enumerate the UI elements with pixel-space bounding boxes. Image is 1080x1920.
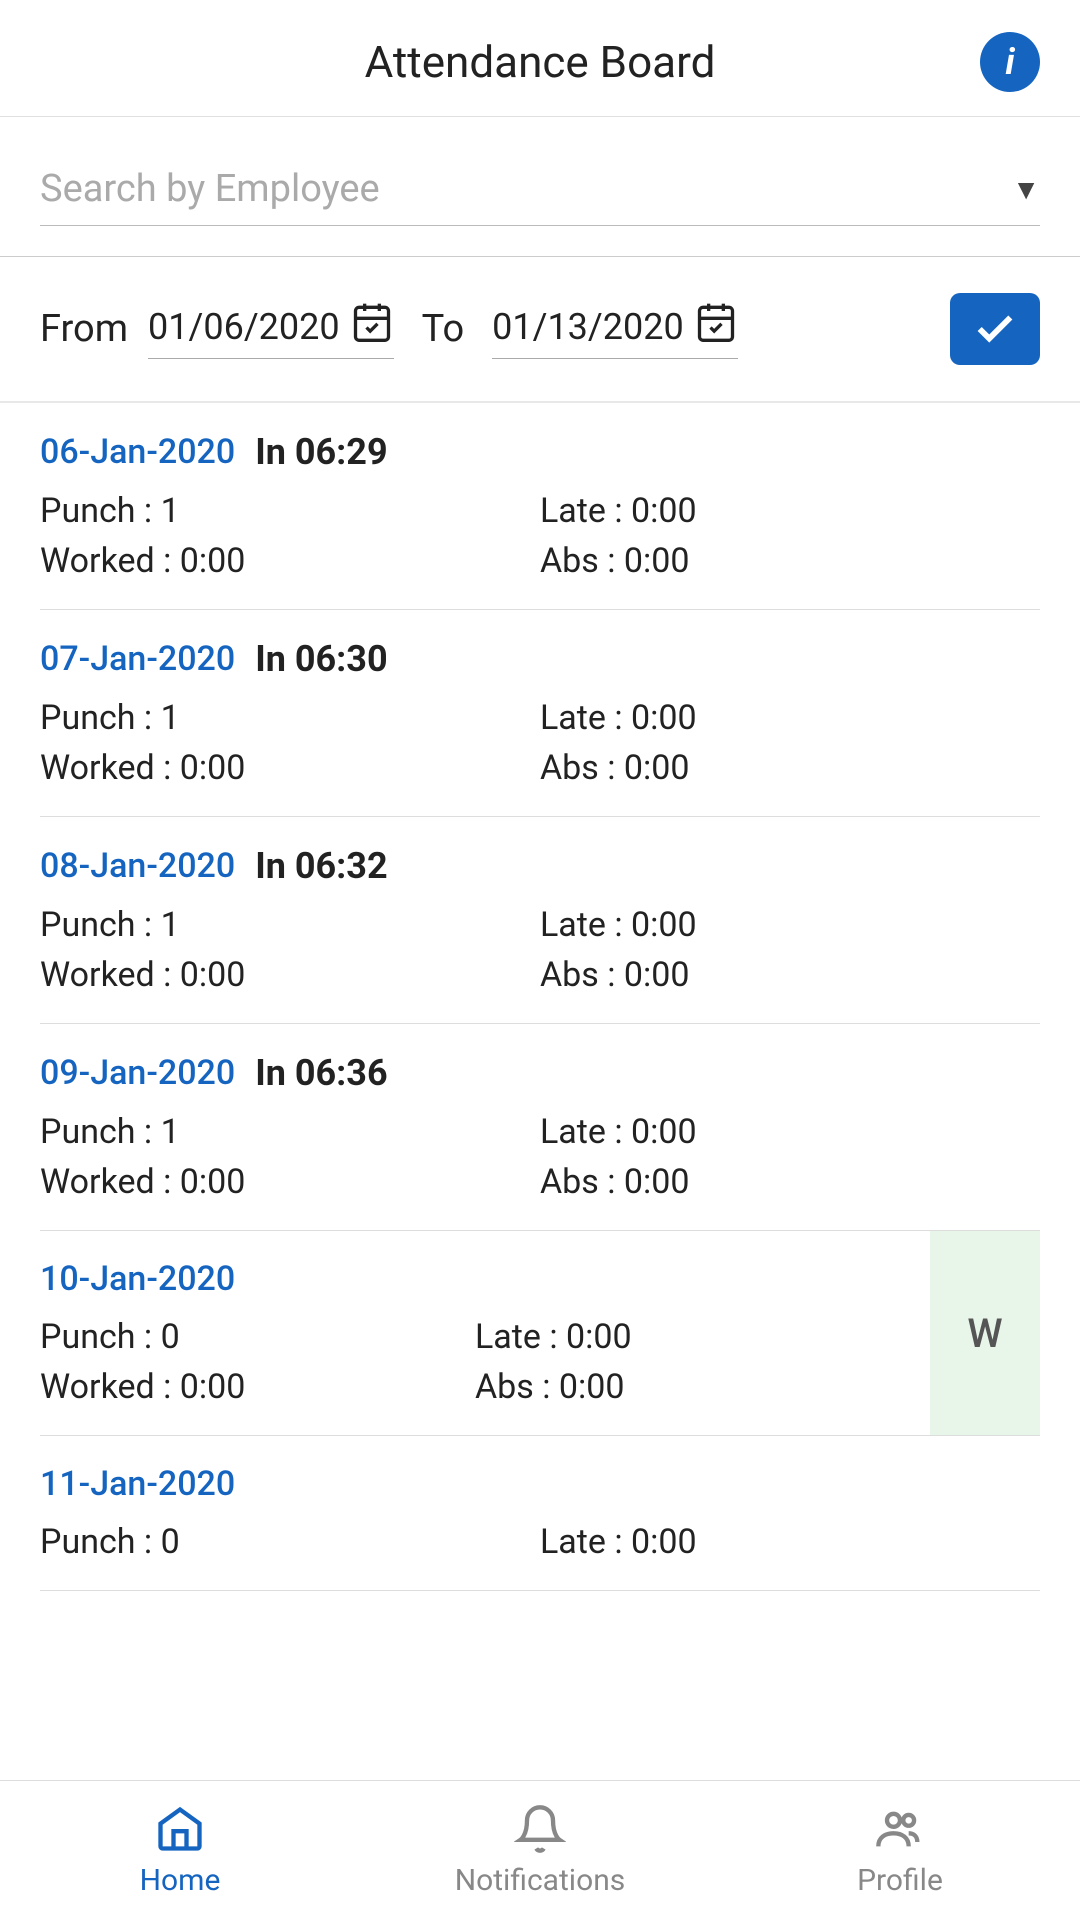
late-value: Late : 0:00 bbox=[540, 905, 1040, 945]
apply-date-button[interactable] bbox=[950, 293, 1040, 365]
bell-icon bbox=[514, 1803, 566, 1855]
abs-value: Abs : 0:00 bbox=[540, 748, 1040, 788]
notifications-nav-label: Notifications bbox=[455, 1863, 626, 1898]
record-time-in: In 06:29 bbox=[255, 431, 387, 473]
late-value: Late : 0:00 bbox=[540, 698, 1040, 738]
abs-value: Abs : 0:00 bbox=[475, 1367, 910, 1407]
worked-value: Worked : 0:00 bbox=[40, 541, 540, 581]
punch-count: Punch : 1 bbox=[40, 1112, 540, 1152]
home-icon bbox=[154, 1803, 206, 1855]
record-date: 09-Jan-2020 bbox=[40, 1053, 235, 1093]
worked-value: Worked : 0:00 bbox=[40, 1162, 540, 1202]
record-item: 08-Jan-2020 In 06:32 Punch : 1 Late : 0:… bbox=[40, 817, 1040, 1024]
record-item: 11-Jan-2020 Punch : 0 Late : 0:00 bbox=[40, 1436, 1040, 1591]
employee-search-dropdown[interactable]: Search by Employee ▼ bbox=[40, 167, 1040, 226]
nav-home[interactable]: Home bbox=[0, 1781, 360, 1920]
worked-value: Worked : 0:00 bbox=[40, 1367, 475, 1407]
to-calendar-icon[interactable] bbox=[694, 300, 738, 354]
info-icon: i bbox=[1005, 44, 1014, 80]
record-item: 07-Jan-2020 In 06:30 Punch : 1 Late : 0:… bbox=[40, 610, 1040, 817]
to-label: To bbox=[422, 307, 465, 351]
record-time-in: In 06:36 bbox=[255, 1052, 387, 1094]
late-value: Late : 0:00 bbox=[540, 491, 1040, 531]
abs-value: Abs : 0:00 bbox=[540, 541, 1040, 581]
header: Attendance Board i bbox=[0, 0, 1080, 117]
late-value: Late : 0:00 bbox=[475, 1317, 910, 1357]
punch-count: Punch : 0 bbox=[40, 1522, 540, 1562]
record-date: 08-Jan-2020 bbox=[40, 846, 235, 886]
from-label: From bbox=[40, 307, 128, 351]
record-item: 06-Jan-2020 In 06:29 Punch : 1 Late : 0:… bbox=[40, 403, 1040, 610]
bottom-navigation: Home Notifications Profile bbox=[0, 1780, 1080, 1920]
record-item: 10-Jan-2020 Punch : 0 Late : 0:00 Worked… bbox=[40, 1231, 1040, 1436]
record-date: 11-Jan-2020 bbox=[40, 1464, 235, 1504]
punch-count: Punch : 0 bbox=[40, 1317, 475, 1357]
late-value: Late : 0:00 bbox=[540, 1112, 1040, 1152]
attendance-records-list: 06-Jan-2020 In 06:29 Punch : 1 Late : 0:… bbox=[0, 403, 1080, 1591]
chevron-down-icon: ▼ bbox=[1012, 173, 1040, 206]
profile-icon bbox=[874, 1803, 926, 1855]
to-date-input[interactable]: 01/13/2020 bbox=[492, 300, 738, 359]
home-nav-label: Home bbox=[140, 1863, 221, 1898]
abs-value: Abs : 0:00 bbox=[540, 1162, 1040, 1202]
to-date-value: 01/13/2020 bbox=[492, 306, 684, 348]
record-time-in: In 06:32 bbox=[255, 845, 387, 887]
punch-count: Punch : 1 bbox=[40, 491, 540, 531]
abs-value: Abs : 0:00 bbox=[540, 955, 1040, 995]
nav-notifications[interactable]: Notifications bbox=[360, 1781, 720, 1920]
info-button[interactable]: i bbox=[980, 32, 1040, 92]
record-item: 09-Jan-2020 In 06:36 Punch : 1 Late : 0:… bbox=[40, 1024, 1040, 1231]
worked-value: Worked : 0:00 bbox=[40, 748, 540, 788]
punch-count: Punch : 1 bbox=[40, 698, 540, 738]
record-date: 10-Jan-2020 bbox=[40, 1259, 235, 1299]
profile-nav-label: Profile bbox=[857, 1863, 943, 1898]
from-date-input[interactable]: 01/06/2020 bbox=[148, 300, 394, 359]
late-value: Late : 0:00 bbox=[540, 1522, 1040, 1562]
search-section: Search by Employee ▼ bbox=[0, 117, 1080, 257]
punch-count: Punch : 1 bbox=[40, 905, 540, 945]
nav-profile[interactable]: Profile bbox=[720, 1781, 1080, 1920]
from-calendar-icon[interactable] bbox=[350, 300, 394, 354]
record-time-in: In 06:30 bbox=[255, 638, 387, 680]
record-date: 07-Jan-2020 bbox=[40, 639, 235, 679]
worked-value: Worked : 0:00 bbox=[40, 955, 540, 995]
page-title: Attendance Board bbox=[365, 36, 716, 88]
date-range-section: From 01/06/2020 To 01/13/2020 bbox=[0, 257, 1080, 403]
record-date: 06-Jan-2020 bbox=[40, 432, 235, 472]
weekend-badge: W bbox=[930, 1231, 1040, 1435]
search-placeholder: Search by Employee bbox=[40, 167, 380, 211]
badge-label: W bbox=[967, 1310, 1002, 1357]
from-date-value: 01/06/2020 bbox=[148, 306, 340, 348]
